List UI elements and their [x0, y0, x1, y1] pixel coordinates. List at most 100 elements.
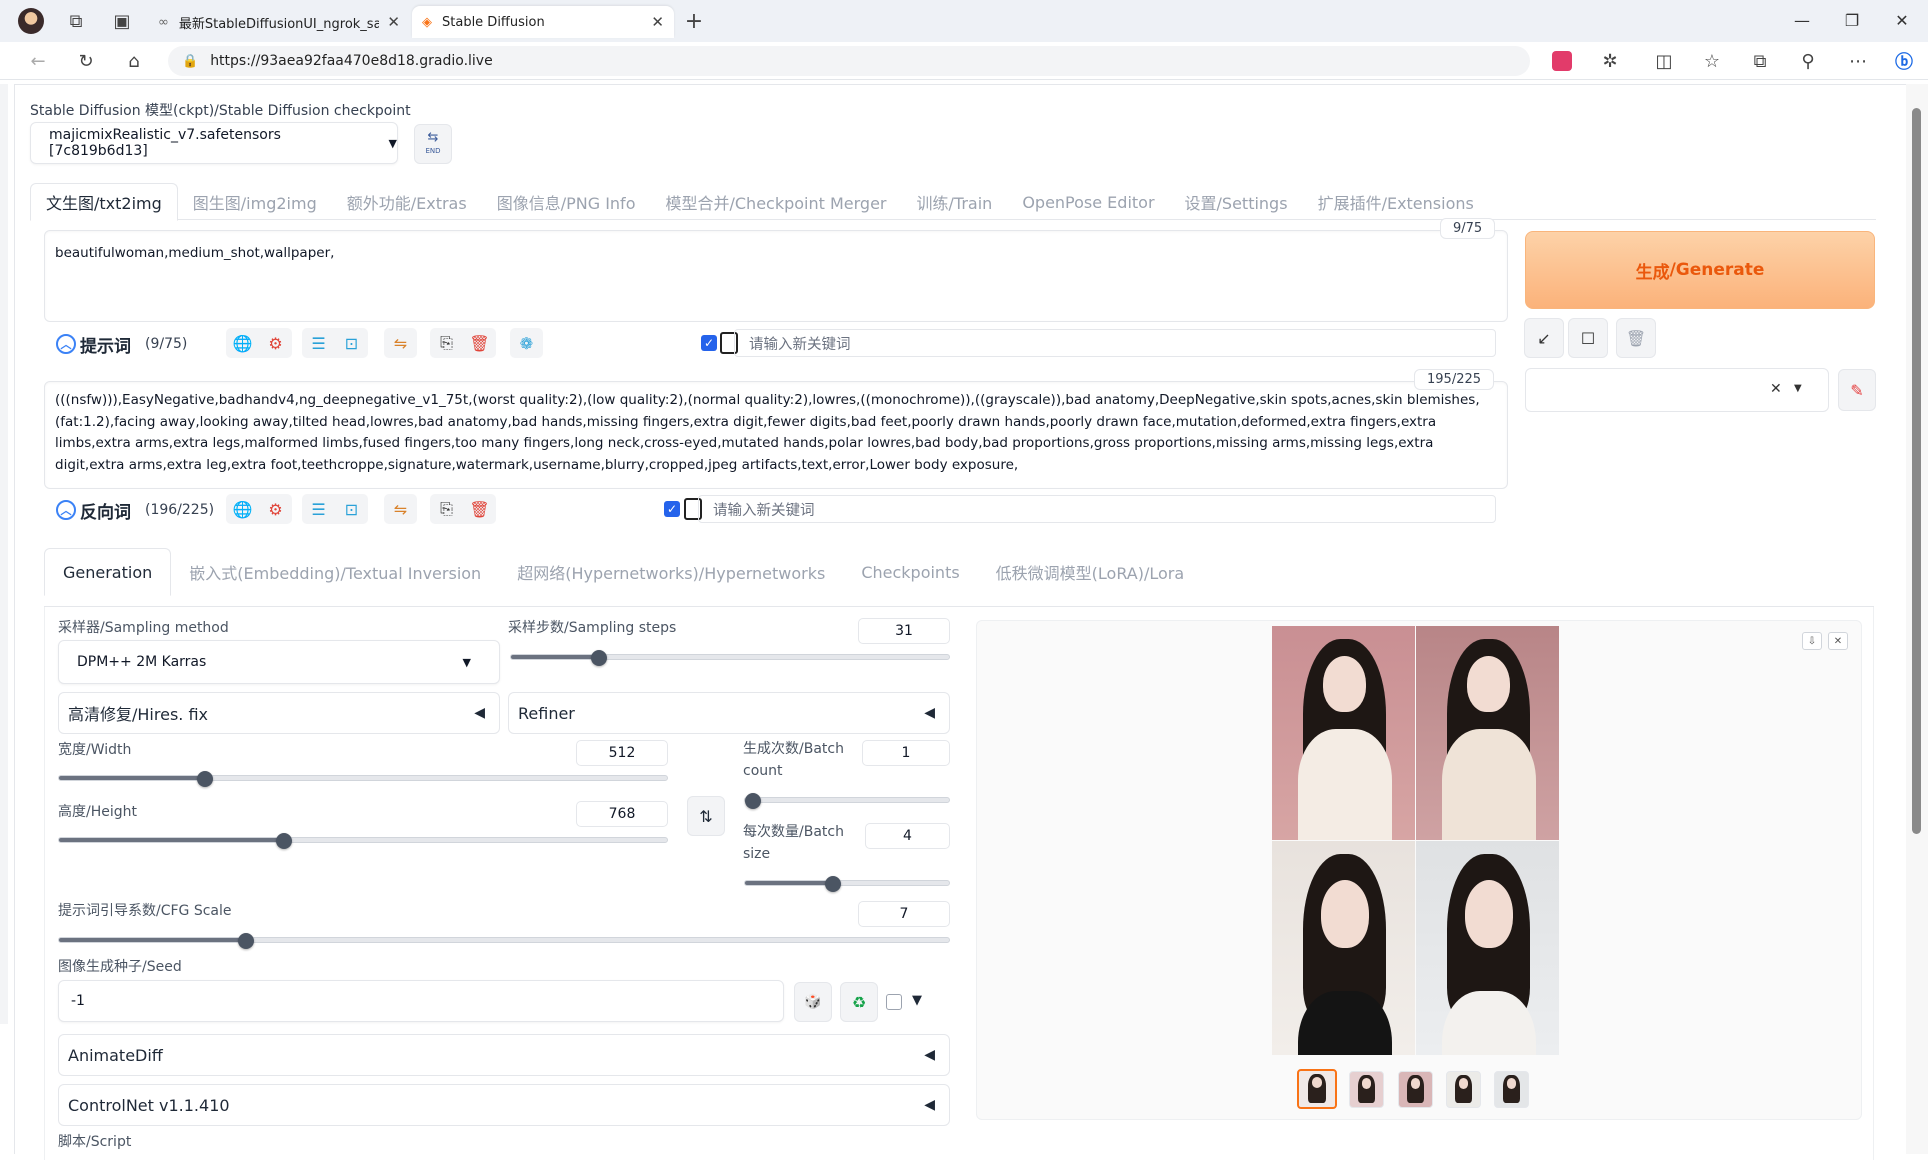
- close-gallery-icon[interactable]: ✕: [1828, 632, 1848, 650]
- tab-close-icon[interactable]: ✕: [651, 13, 664, 31]
- tag-list-icon[interactable]: ☰: [302, 328, 335, 358]
- seed-input[interactable]: -1: [58, 980, 784, 1022]
- result-image[interactable]: [1416, 841, 1559, 1055]
- cfg-scale-input[interactable]: 7: [858, 901, 950, 927]
- swap-dimensions-button[interactable]: ⇅: [687, 796, 725, 836]
- thumbnail[interactable]: [1494, 1071, 1529, 1108]
- copy-icon[interactable]: ⎘: [430, 328, 463, 358]
- window-close-icon[interactable]: ✕: [1880, 6, 1924, 34]
- browser-tab-stable-diffusion[interactable]: ◈ Stable Diffusion ✕: [412, 6, 674, 38]
- batch-size-input[interactable]: 4: [865, 823, 950, 849]
- slider-knob[interactable]: [824, 876, 841, 892]
- tab-settings[interactable]: 设置/Settings: [1170, 183, 1303, 221]
- new-tab-button[interactable]: +: [678, 5, 710, 37]
- reuse-seed-button[interactable]: ♻: [840, 982, 878, 1022]
- bookmark-icon[interactable]: ⊡: [335, 328, 368, 358]
- sampling-steps-slider[interactable]: [510, 650, 950, 666]
- browser-tab-ngrok[interactable]: ∞ 最新StableDiffusionUI_ngrok_sag ✕: [148, 6, 410, 38]
- slider-knob[interactable]: [237, 933, 254, 949]
- batch-size-slider[interactable]: [744, 876, 950, 892]
- collections-icon[interactable]: ⧉: [1744, 45, 1776, 77]
- batch-count-input[interactable]: 1: [862, 740, 950, 766]
- prompt-textarea[interactable]: beautifulwoman,medium_shot,wallpaper,: [44, 230, 1508, 322]
- negative-keyword-input[interactable]: 请输入新关键词: [698, 495, 1496, 523]
- hires-fix-accordion[interactable]: 高清修复/Hires. fix ◀: [58, 692, 500, 734]
- clear-square-button[interactable]: ☐: [1568, 318, 1608, 358]
- slider-knob[interactable]: [275, 833, 292, 849]
- home-icon[interactable]: ⌂: [118, 45, 150, 77]
- tab-lora[interactable]: 低秩微调模型(LoRA)/Lora: [978, 548, 1203, 596]
- translate-globe-icon[interactable]: 🌐: [226, 328, 259, 358]
- download-icon[interactable]: ⇩: [1802, 632, 1822, 650]
- tab-checkpoint-merger[interactable]: 模型合并/Checkpoint Merger: [650, 183, 901, 221]
- prompt-title[interactable]: ︿ 提示词: [56, 332, 131, 357]
- width-slider[interactable]: [58, 771, 668, 787]
- extra-seed-expand-icon[interactable]: ▼: [912, 993, 922, 1008]
- caret-down-icon[interactable]: ▼: [1794, 383, 1802, 394]
- thumbnail-grid[interactable]: [1297, 1069, 1337, 1109]
- result-image[interactable]: [1272, 841, 1415, 1055]
- tab-actions-icon[interactable]: ▣: [106, 5, 138, 37]
- random-seed-button[interactable]: 🎲: [794, 982, 832, 1022]
- thumbnail[interactable]: [1446, 1071, 1481, 1108]
- share-icon[interactable]: ⚲: [1792, 45, 1824, 77]
- tab-openpose-editor[interactable]: OpenPose Editor: [1007, 183, 1169, 221]
- scrollbar-thumb[interactable]: [1912, 108, 1921, 834]
- prompt-keyword-input[interactable]: 请输入新关键词: [734, 329, 1496, 357]
- copy-icon[interactable]: ⎘: [430, 494, 463, 524]
- result-image[interactable]: [1272, 626, 1415, 840]
- tag-list-icon[interactable]: ☰: [302, 494, 335, 524]
- translate-globe-icon[interactable]: 🌐: [226, 494, 259, 524]
- height-slider[interactable]: [58, 833, 668, 849]
- tab-textual-inversion[interactable]: 嵌入式(Embedding)/Textual Inversion: [171, 548, 499, 596]
- more-menu-icon[interactable]: ⋯: [1842, 45, 1874, 77]
- animatediff-accordion[interactable]: AnimateDiff ◀: [58, 1034, 950, 1076]
- slider-knob[interactable]: [745, 793, 761, 809]
- favorites-icon[interactable]: ☆: [1696, 45, 1728, 77]
- edit-style-button[interactable]: ✎: [1838, 369, 1876, 411]
- thumbnail[interactable]: [1349, 1071, 1384, 1108]
- address-bar[interactable]: 🔒 https://93aea92faa470e8d18.gradio.live: [168, 46, 1530, 76]
- tab-extras[interactable]: 额外功能/Extras: [332, 183, 482, 221]
- tab-generation[interactable]: Generation: [44, 548, 172, 596]
- workspaces-icon[interactable]: ⧉: [60, 5, 92, 37]
- checkpoint-refresh-button[interactable]: ⇆ END: [414, 124, 452, 164]
- controlnet-accordion[interactable]: ControlNet v1.1.410 ◀: [58, 1084, 950, 1126]
- reload-icon[interactable]: ↻: [70, 45, 102, 77]
- tab-train[interactable]: 训练/Train: [902, 183, 1008, 221]
- extensions-icon[interactable]: ✲: [1594, 45, 1626, 77]
- negative-keyword-checkbox[interactable]: ✓: [664, 501, 680, 517]
- tab-txt2img[interactable]: 文生图/txt2img: [30, 183, 178, 221]
- minimize-icon[interactable]: —: [1780, 6, 1824, 34]
- result-image[interactable]: [1416, 626, 1559, 840]
- negative-title[interactable]: ︿ 反向词: [56, 498, 131, 523]
- copilot-icon[interactable]: ⓑ: [1888, 45, 1920, 77]
- chatgpt-icon[interactable]: ❁: [510, 328, 543, 358]
- read-params-button[interactable]: ↙: [1524, 318, 1564, 358]
- back-icon[interactable]: ←: [22, 45, 54, 77]
- extension-red-icon[interactable]: [1546, 45, 1578, 77]
- tab-close-icon[interactable]: ✕: [387, 13, 400, 31]
- thumbnail[interactable]: [1398, 1071, 1433, 1108]
- tab-png-info[interactable]: 图像信息/PNG Info: [482, 183, 651, 221]
- cfg-scale-slider[interactable]: [58, 933, 950, 949]
- slider-knob[interactable]: [196, 771, 213, 787]
- tab-extensions[interactable]: 扩展插件/Extensions: [1303, 183, 1489, 221]
- trash-button[interactable]: 🗑: [1616, 318, 1656, 358]
- sampling-steps-input[interactable]: 31: [858, 618, 950, 644]
- clear-style-icon[interactable]: ✕: [1770, 381, 1782, 397]
- prompt-keyword-checkbox[interactable]: ✓: [701, 335, 717, 351]
- bookmark-icon[interactable]: ⊡: [335, 494, 368, 524]
- translate-settings-icon[interactable]: ⚙: [259, 328, 292, 358]
- profile-avatar[interactable]: [18, 8, 44, 34]
- styles-select[interactable]: [1525, 368, 1829, 412]
- trash-icon[interactable]: 🗑: [463, 494, 496, 524]
- translate-settings-icon[interactable]: ⚙: [259, 494, 292, 524]
- batch-count-slider[interactable]: [744, 793, 950, 809]
- extra-seed-checkbox[interactable]: [886, 994, 902, 1010]
- generate-button[interactable]: 生成/Generate: [1525, 231, 1875, 309]
- tab-hypernetworks[interactable]: 超网络(Hypernetworks)/Hypernetworks: [499, 548, 843, 596]
- split-screen-icon[interactable]: ◫: [1648, 45, 1680, 77]
- width-input[interactable]: 512: [576, 740, 668, 766]
- trash-icon[interactable]: 🗑: [463, 328, 496, 358]
